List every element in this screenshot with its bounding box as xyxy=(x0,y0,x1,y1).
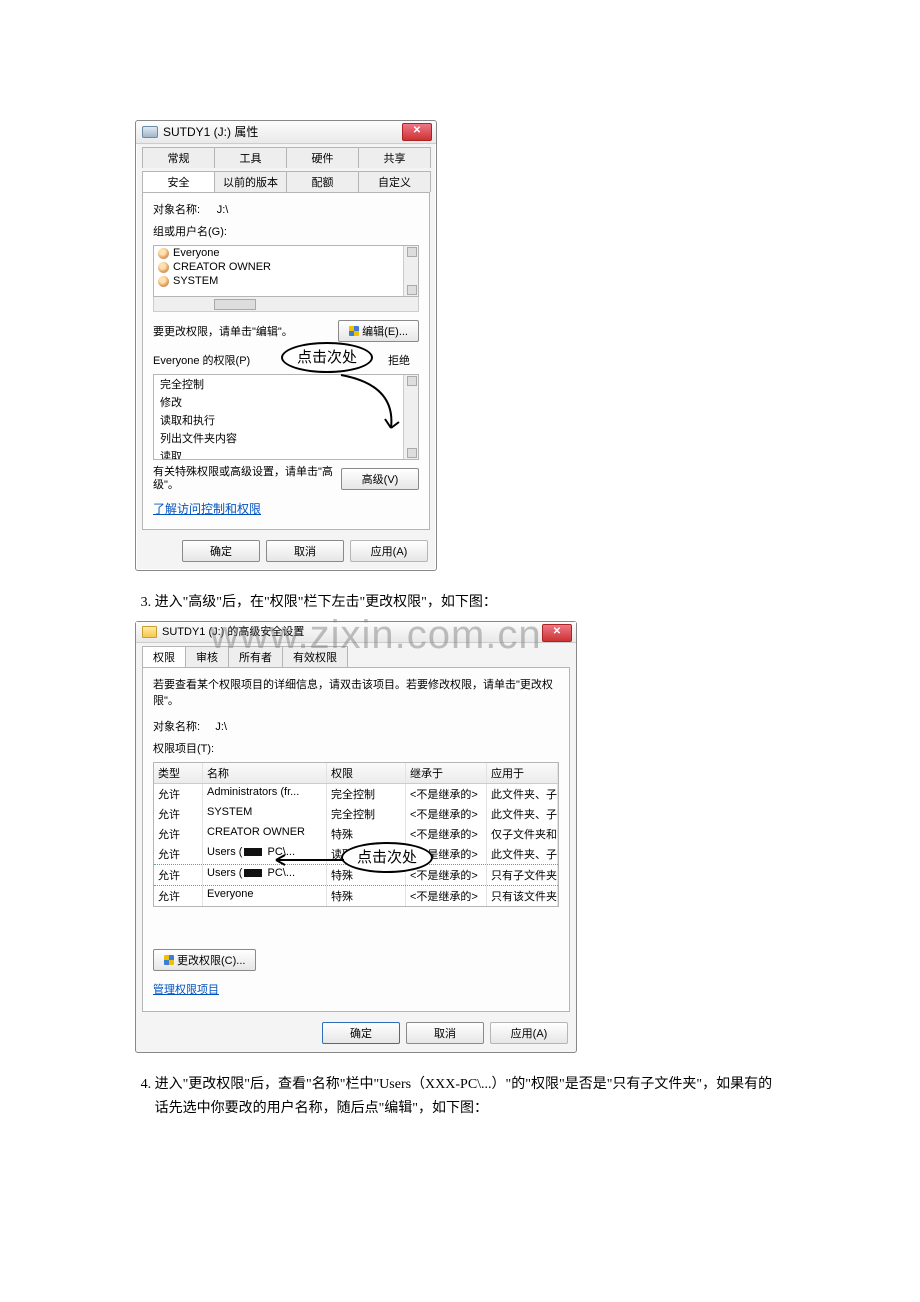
properties-dialog: SUTDY1 (J:) 属性 ✕ 常规 工具 硬件 共享 安全 以前的版本 配额… xyxy=(135,120,437,571)
object-name-value: J:\ xyxy=(217,204,229,216)
tab-row: 权限 审核 所有者 有效权限 xyxy=(136,643,576,667)
permissions-listbox[interactable]: 完全控制 修改 读取和执行 列出文件夹内容 读取 写入 xyxy=(153,374,419,460)
allow-header: 允许 xyxy=(339,352,379,368)
users-listbox[interactable]: Everyone CREATOR OWNER SYSTEM xyxy=(153,245,419,297)
tab-sharing[interactable]: 共享 xyxy=(358,147,431,168)
tab-owner[interactable]: 所有者 xyxy=(228,646,283,667)
manage-link[interactable]: 管理权限项目 xyxy=(153,984,219,996)
table-row[interactable]: 允许Users ( PC\...特殊<不是继承的>只有子文件夹 xyxy=(154,864,558,886)
tab-hardware[interactable]: 硬件 xyxy=(286,147,359,168)
close-button[interactable]: ✕ xyxy=(542,624,572,642)
change-permissions-button[interactable]: 更改权限(C)... xyxy=(153,949,256,971)
groups-label: 组或用户名(G): xyxy=(153,223,419,239)
edit-hint: 要更改权限，请单击"编辑"。 xyxy=(153,323,338,339)
tab-row-1: 常规 工具 硬件 共享 xyxy=(136,144,436,168)
dialog-title: SUTDY1 (J:) 的高级安全设置 xyxy=(162,622,304,642)
apply-button[interactable]: 应用(A) xyxy=(490,1022,568,1044)
security-tab-body: 对象名称: J:\ 组或用户名(G): Everyone CREATOR OWN… xyxy=(142,192,430,530)
instruction-step-4: 进入"更改权限"后，查看"名称"栏中"Users（XXX-PC\...）"的"权… xyxy=(155,1073,785,1121)
permissions-tab-body: 若要查看某个权限项目的详细信息，请双击该项目。若要修改权限，请单击"更改权限"。… xyxy=(142,667,570,1012)
perm-item: 读取和执行 xyxy=(154,411,418,429)
advanced-security-dialog: SUTDY1 (J:) 的高级安全设置 ✕ 权限 审核 所有者 有效权限 若要查… xyxy=(135,621,577,1053)
perm-item: 修改 xyxy=(154,393,418,411)
dialog-titlebar: SUTDY1 (J:) 属性 ✕ xyxy=(136,121,436,144)
folder-icon xyxy=(142,626,157,638)
tab-previous-versions[interactable]: 以前的版本 xyxy=(214,171,287,192)
cancel-button[interactable]: 取消 xyxy=(266,540,344,562)
list-item: SYSTEM xyxy=(154,274,418,288)
deny-header: 拒绝 xyxy=(379,352,419,368)
table-row[interactable]: 允许Users ( PC\...读取和执行<不是继承的>此文件夹、子文件夹... xyxy=(154,844,558,864)
tab-tools[interactable]: 工具 xyxy=(214,147,287,168)
tab-effective[interactable]: 有效权限 xyxy=(282,646,348,667)
perm-item: 列出文件夹内容 xyxy=(154,429,418,447)
items-label: 权限项目(T): xyxy=(153,740,559,756)
list-item: Everyone xyxy=(154,246,418,260)
scrollbar-vertical[interactable] xyxy=(403,375,418,459)
group-icon xyxy=(158,276,169,287)
cancel-button[interactable]: 取消 xyxy=(406,1022,484,1044)
tab-row-2: 安全 以前的版本 配额 自定义 xyxy=(136,168,436,192)
shield-icon xyxy=(164,955,174,965)
ok-button[interactable]: 确定 xyxy=(322,1022,400,1044)
close-button[interactable]: ✕ xyxy=(402,123,432,141)
perm-item: 读取 xyxy=(154,447,418,460)
perm-item: 完全控制 xyxy=(154,375,418,393)
dialog-buttons: 确定 取消 应用(A) xyxy=(136,1016,576,1052)
tab-permissions[interactable]: 权限 xyxy=(142,646,186,667)
scrollbar-horizontal[interactable] xyxy=(153,297,419,312)
object-name-value: J:\ xyxy=(215,721,227,733)
table-row[interactable]: 允许SYSTEM完全控制<不是继承的>此文件夹、子文件夹... xyxy=(154,804,558,824)
permission-entries-table[interactable]: 类型 名称 权限 继承于 应用于 允许Administrators (fr...… xyxy=(153,762,559,907)
dialog-buttons: 确定 取消 应用(A) xyxy=(136,534,436,570)
edit-button[interactable]: 编辑(E)... xyxy=(338,320,419,342)
instruction-list: 进入"高级"后，在"权限"栏下左击"更改权限"，如下图： xyxy=(135,591,785,615)
object-name-label: 对象名称: xyxy=(153,721,200,733)
learn-link[interactable]: 了解访问控制和权限 xyxy=(153,502,261,516)
tab-auditing[interactable]: 审核 xyxy=(185,646,229,667)
tab-security[interactable]: 安全 xyxy=(142,171,215,192)
advanced-button[interactable]: 高级(V) xyxy=(341,468,419,490)
advanced-hint: 有关特殊权限或高级设置，请单击"高级"。 xyxy=(153,466,341,492)
group-icon xyxy=(158,248,169,259)
shield-icon xyxy=(349,326,359,336)
tab-customize[interactable]: 自定义 xyxy=(358,171,431,192)
apply-button[interactable]: 应用(A) xyxy=(350,540,428,562)
permissions-for-label: Everyone 的权限(P) xyxy=(153,352,339,368)
scrollbar-vertical[interactable] xyxy=(403,246,418,296)
ok-button[interactable]: 确定 xyxy=(182,540,260,562)
table-header: 类型 名称 权限 继承于 应用于 xyxy=(154,763,558,784)
dialog-title: SUTDY1 (J:) 属性 xyxy=(163,121,258,143)
dialog-titlebar: SUTDY1 (J:) 的高级安全设置 ✕ xyxy=(136,622,576,643)
drive-icon xyxy=(142,126,158,138)
instruction-step-3: 进入"高级"后，在"权限"栏下左击"更改权限"，如下图： xyxy=(155,591,785,615)
instruction-list: 进入"更改权限"后，查看"名称"栏中"Users（XXX-PC\...）"的"权… xyxy=(135,1073,785,1121)
object-name-label: 对象名称: xyxy=(153,204,200,216)
hint-text: 若要查看某个权限项目的详细信息，请双击该项目。若要修改权限，请单击"更改权限"。 xyxy=(153,676,559,708)
group-icon xyxy=(158,262,169,273)
list-item: CREATOR OWNER xyxy=(154,260,418,274)
table-row[interactable]: 允许Everyone特殊<不是继承的>只有该文件夹 xyxy=(154,886,558,906)
tab-quota[interactable]: 配额 xyxy=(286,171,359,192)
tab-general[interactable]: 常规 xyxy=(142,147,215,168)
table-row[interactable]: 允许CREATOR OWNER特殊<不是继承的>仅子文件夹和文件 xyxy=(154,824,558,844)
table-row[interactable]: 允许Administrators (fr...完全控制<不是继承的>此文件夹、子… xyxy=(154,784,558,804)
